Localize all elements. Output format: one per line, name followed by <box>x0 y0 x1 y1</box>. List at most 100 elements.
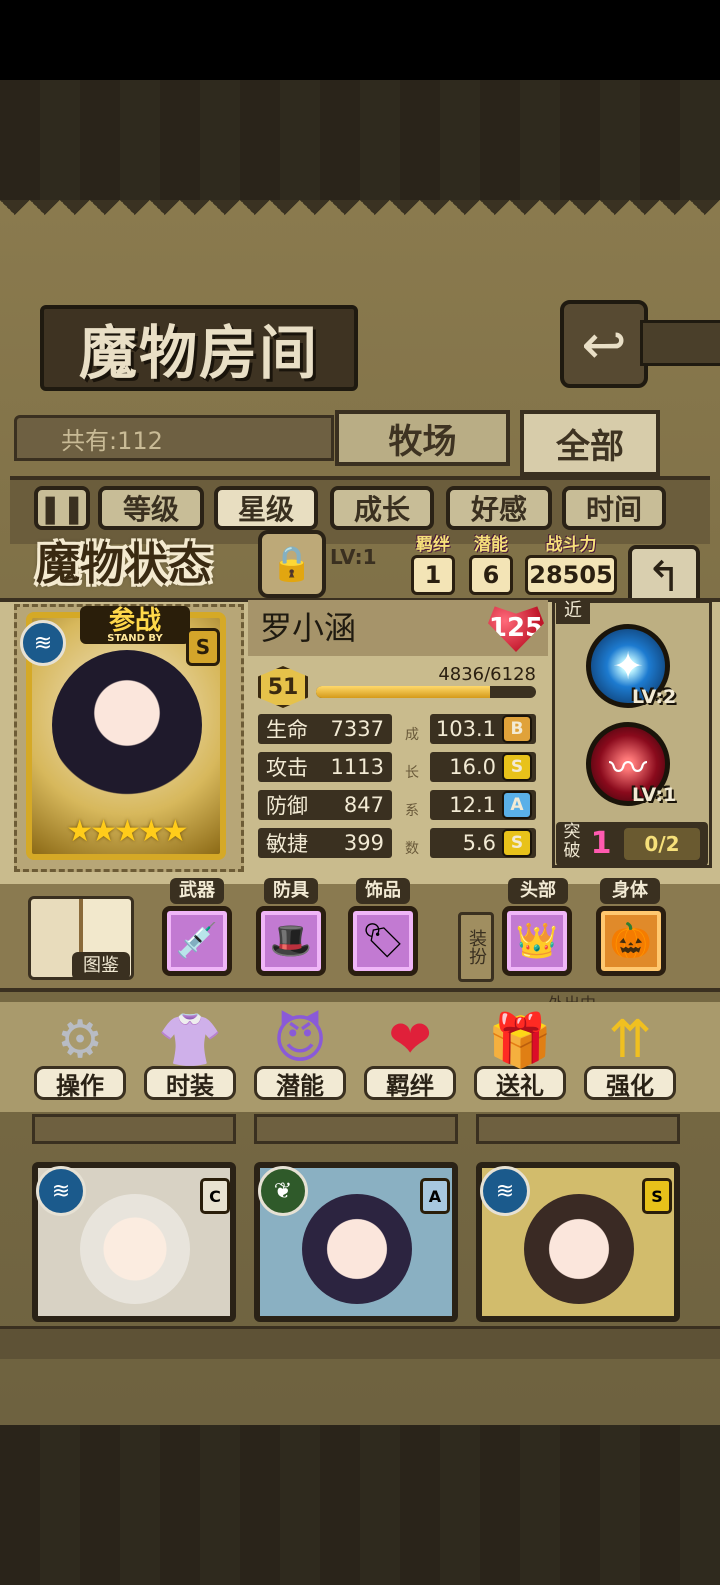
syringe-icon: 💉 <box>175 921 219 961</box>
room-back-button[interactable]: ↩ <box>560 300 648 388</box>
card-shelf <box>476 1114 680 1144</box>
gift-button[interactable]: 🎁 送礼 <box>470 1004 570 1114</box>
stat-agility: 敏捷 399 <box>258 828 392 858</box>
water-icon: ≋ <box>20 620 66 666</box>
armor-label: 防具 <box>264 878 318 904</box>
action-label: 潜能 <box>254 1066 346 1100</box>
action-label: 时装 <box>144 1066 236 1100</box>
outfit-button[interactable]: 👚 时装 <box>140 1004 240 1114</box>
growth-label-char: 成 <box>405 727 419 743</box>
card-portrait <box>80 1194 190 1304</box>
growth-value: 12.1 <box>449 793 496 817</box>
potential-label: 潜能 <box>474 535 508 555</box>
growth-attack: 16.0 S <box>430 752 536 782</box>
bond-counter: 羁绊 1 <box>408 530 458 595</box>
top-zigzag-border <box>0 200 720 230</box>
water-icon: ≋ <box>36 1166 86 1216</box>
action-label: 强化 <box>584 1066 676 1100</box>
accessory-slot[interactable]: 🏷 <box>348 906 418 976</box>
encyclopedia-label[interactable]: 图鉴 <box>72 952 130 980</box>
stat-label: 防御 <box>266 794 308 818</box>
potential-button[interactable]: 😈 潜能 <box>250 1004 350 1114</box>
skill-2-level: LV:1 <box>632 784 677 806</box>
growth-value: 16.0 <box>449 755 496 779</box>
exp-text: 4836/6128 <box>438 664 536 685</box>
monster-face <box>52 650 202 800</box>
stat-value: 1113 <box>330 755 384 779</box>
accessory-label: 饰品 <box>356 878 410 904</box>
stat-hp: 生命 7337 <box>258 714 392 744</box>
growth-grade: A <box>502 791 532 819</box>
stat-value: 399 <box>343 831 384 855</box>
card-portrait <box>302 1194 412 1304</box>
potential-counter: 潜能 6 <box>466 530 516 595</box>
tab-all[interactable]: 全部 <box>520 410 660 476</box>
dress-up-label: 装扮 <box>458 912 494 982</box>
lock-button[interactable]: 🔒 <box>258 530 326 598</box>
body-slot[interactable]: 🎃 <box>596 906 666 976</box>
bottom-strip <box>0 1326 720 1359</box>
water-icon: ≋ <box>480 1166 530 1216</box>
growth-grade: B <box>502 715 532 743</box>
stat-value: 847 <box>343 793 384 817</box>
star-rating: ★★★★★ <box>66 814 188 849</box>
header-side-bar <box>640 320 720 366</box>
exp-bar <box>316 686 536 698</box>
sort-growth[interactable]: 成长 <box>330 486 434 530</box>
bond-button[interactable]: ❤ 羁绊 <box>360 1004 460 1114</box>
card-grade: A <box>420 1178 450 1214</box>
armor-slot[interactable]: 🎩 <box>256 906 326 976</box>
growth-grade: S <box>502 829 532 857</box>
weapon-slot[interactable]: 💉 <box>162 906 232 976</box>
body-label: 身体 <box>600 878 660 904</box>
stat-label: 生命 <box>266 718 308 742</box>
lock-icon: 🔒 <box>270 544 314 584</box>
sort-affection[interactable]: 好感 <box>446 486 552 530</box>
room-title: 魔物房间 <box>40 305 358 391</box>
card-grade: S <box>642 1178 672 1214</box>
leaf-icon: ❦ <box>258 1166 308 1216</box>
breakthrough-label: 突破 <box>563 822 581 861</box>
operate-button[interactable]: ⚙ 操作 <box>30 1004 130 1114</box>
bond-label: 羁绊 <box>416 535 450 555</box>
growth-value: 103.1 <box>435 717 496 741</box>
potential-value: 6 <box>469 555 513 595</box>
enhance-button[interactable]: ⇈ 强化 <box>580 1004 680 1114</box>
sort-order-toggle[interactable]: ❚❚ <box>34 486 90 530</box>
top-background <box>0 80 720 200</box>
power-label: 战斗力 <box>545 535 597 555</box>
card-portrait <box>524 1194 634 1304</box>
pumpkin-icon: 🎃 <box>609 921 653 961</box>
melee-tag: 近 <box>556 598 590 624</box>
grade-badge: S <box>186 628 220 666</box>
outfit-icon: 👚 <box>157 1010 223 1071</box>
head-label: 头部 <box>508 878 568 904</box>
breakthrough-progress: 0/2 <box>624 828 700 860</box>
action-label: 送礼 <box>474 1066 566 1100</box>
bond-value: 1 <box>411 555 455 595</box>
gift-icon: 🎁 <box>487 1010 553 1071</box>
growth-label-char: 系 <box>405 803 419 819</box>
growth-grade: S <box>502 753 532 781</box>
sort-time[interactable]: 时间 <box>562 486 666 530</box>
sort-level[interactable]: 等级 <box>98 486 204 530</box>
card-shelf <box>254 1114 458 1144</box>
growth-defense: 12.1 A <box>430 790 536 820</box>
bottom-background <box>0 1425 720 1585</box>
stat-defense: 防御 847 <box>258 790 392 820</box>
growth-hp: 103.1 B <box>430 714 536 744</box>
breakthrough-value: 1 <box>590 826 612 861</box>
top-black-bar <box>0 0 720 80</box>
stat-value: 7337 <box>330 717 384 741</box>
power-counter: 战斗力 28505 <box>524 530 618 595</box>
standby-sub: STAND BY <box>107 633 163 644</box>
tab-ranch[interactable]: 牧场 <box>335 410 510 466</box>
pause-icon: ❚❚ <box>38 491 86 525</box>
sort-star[interactable]: 星级 <box>214 486 318 530</box>
crown-icon: 👑 <box>515 921 559 961</box>
card-grade: C <box>200 1178 230 1214</box>
growth-label-char: 数 <box>405 841 419 857</box>
head-slot[interactable]: 👑 <box>502 906 572 976</box>
stat-label: 敏捷 <box>266 832 308 856</box>
growth-agility: 5.6 S <box>430 828 536 858</box>
